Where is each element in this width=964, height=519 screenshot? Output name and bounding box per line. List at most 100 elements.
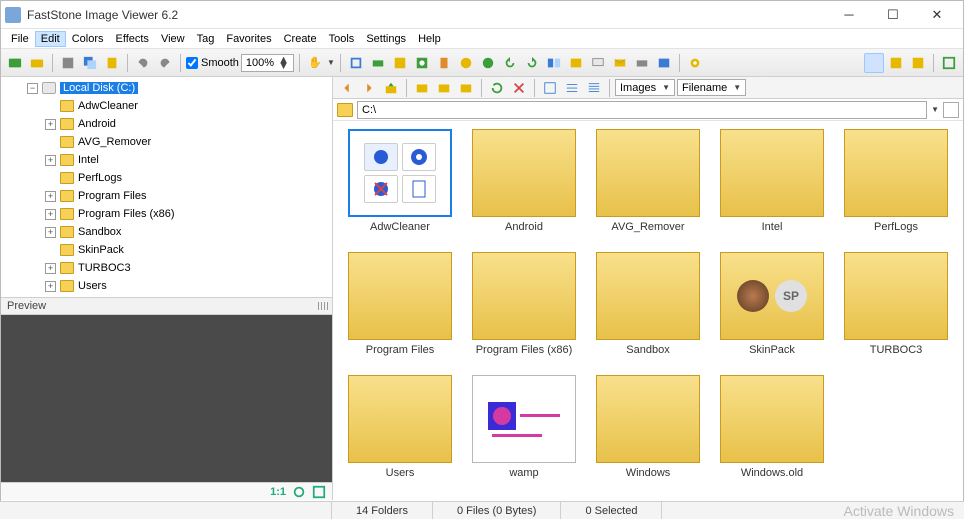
tree-node-sandbox[interactable]: +Sandbox [1, 223, 332, 241]
refresh-icon[interactable] [487, 78, 507, 98]
close-button[interactable]: ✕ [915, 4, 959, 26]
crop-icon[interactable] [346, 53, 366, 73]
rotate-right-icon[interactable] [522, 53, 542, 73]
view-large-icon[interactable] [540, 78, 560, 98]
copy-path-icon[interactable] [943, 102, 959, 118]
expander-icon[interactable]: + [45, 119, 56, 130]
tree-node-program-files-x86-[interactable]: +Program Files (x86) [1, 205, 332, 223]
preview-expand-icon[interactable] [312, 485, 326, 499]
preview-gear-icon[interactable] [292, 485, 306, 499]
tree-node-android[interactable]: +Android [1, 115, 332, 133]
view-mode-thumb-button[interactable] [864, 53, 884, 73]
tree-node-program-files[interactable]: +Program Files [1, 187, 332, 205]
acquire-icon[interactable] [5, 53, 25, 73]
fav-list-icon[interactable] [456, 78, 476, 98]
thumb-adwcleaner[interactable]: AdwCleaner [343, 129, 457, 246]
view-list-icon[interactable] [562, 78, 582, 98]
preview-area [1, 315, 332, 482]
thumb-program-files[interactable]: Program Files [343, 252, 457, 369]
canvas-icon[interactable] [390, 53, 410, 73]
expander-icon[interactable]: + [45, 227, 56, 238]
fav-add-icon[interactable] [412, 78, 432, 98]
fav-icon[interactable] [434, 78, 454, 98]
menu-file[interactable]: File [5, 31, 35, 47]
stop-icon[interactable] [509, 78, 529, 98]
expander-icon[interactable]: + [45, 209, 56, 220]
tree-node-local-disk-c-[interactable]: −Local Disk (C:) [1, 79, 332, 97]
thumb-perflogs[interactable]: PerfLogs [839, 129, 953, 246]
thumb-android[interactable]: Android [467, 129, 581, 246]
menu-settings[interactable]: Settings [360, 31, 412, 47]
expander-icon[interactable]: + [45, 155, 56, 166]
thumb-avg-remover[interactable]: AVG_Remover [591, 129, 705, 246]
clone-icon[interactable] [434, 53, 454, 73]
thumb-intel[interactable]: Intel [715, 129, 829, 246]
resize-icon[interactable] [368, 53, 388, 73]
menu-help[interactable]: Help [412, 31, 447, 47]
sort-dropdown[interactable]: Filename ▼ [677, 79, 746, 96]
zoom-stepper[interactable]: 100% ▲▼ [241, 54, 294, 72]
email-icon[interactable] [610, 53, 630, 73]
hand-icon[interactable]: ✋ [305, 53, 325, 73]
thumb-program-files-x86-[interactable]: Program Files (x86) [467, 252, 581, 369]
rotate-left-icon[interactable] [500, 53, 520, 73]
drawboard-icon[interactable] [412, 53, 432, 73]
expander-icon[interactable]: + [45, 263, 56, 274]
adjustments-icon[interactable] [456, 53, 476, 73]
save-icon[interactable] [58, 53, 78, 73]
grip-icon[interactable] [318, 302, 328, 310]
print-icon[interactable] [632, 53, 652, 73]
redo-icon[interactable] [155, 53, 175, 73]
new-folder-icon[interactable] [27, 53, 47, 73]
thumb-skinpack[interactable]: SPSkinPack [715, 252, 829, 369]
thumb-turboc3[interactable]: TURBOC3 [839, 252, 953, 369]
view-details-icon[interactable] [584, 78, 604, 98]
expander-icon[interactable]: − [27, 83, 38, 94]
menu-tag[interactable]: Tag [191, 31, 221, 47]
menu-view[interactable]: View [155, 31, 191, 47]
tree-node-avg-remover[interactable]: AVG_Remover [1, 133, 332, 151]
menu-favorites[interactable]: Favorites [220, 31, 277, 47]
path-input[interactable] [357, 101, 927, 119]
menu-colors[interactable]: Colors [66, 31, 110, 47]
minimize-button[interactable]: ─ [827, 4, 871, 26]
thumb-wamp[interactable]: wamp [467, 375, 581, 492]
redeye-icon[interactable] [478, 53, 498, 73]
tree-node-perflogs[interactable]: PerfLogs [1, 169, 332, 187]
maximize-button[interactable]: ☐ [871, 4, 915, 26]
fullscreen-icon[interactable] [939, 53, 959, 73]
tree-node-intel[interactable]: +Intel [1, 151, 332, 169]
settings-icon[interactable] [685, 53, 705, 73]
expander-icon[interactable]: + [45, 191, 56, 202]
paste-icon[interactable] [102, 53, 122, 73]
thumb-windows[interactable]: Windows [591, 375, 705, 492]
copy-icon[interactable] [80, 53, 100, 73]
tree-node-skinpack[interactable]: SkinPack [1, 241, 332, 259]
tree-node-adwcleaner[interactable]: AdwCleaner [1, 97, 332, 115]
compare-icon[interactable] [544, 53, 564, 73]
nav-fwd-icon[interactable] [359, 78, 379, 98]
slideshow-icon[interactable] [566, 53, 586, 73]
thumb-windows-old[interactable]: Windows.old [715, 375, 829, 492]
filter-dropdown[interactable]: Images ▼ [615, 79, 675, 96]
smooth-check-input[interactable] [186, 57, 198, 69]
thumb-sandbox[interactable]: Sandbox [591, 252, 705, 369]
menu-create[interactable]: Create [278, 31, 323, 47]
view-mode-3-icon[interactable] [908, 53, 928, 73]
nav-up-icon[interactable] [381, 78, 401, 98]
smooth-checkbox[interactable]: Smooth [186, 57, 239, 69]
menu-tools[interactable]: Tools [323, 31, 361, 47]
screen-icon[interactable] [588, 53, 608, 73]
view-mode-2-icon[interactable] [886, 53, 906, 73]
path-dropdown-icon[interactable]: ▼ [931, 105, 939, 114]
tree-node-turboc3[interactable]: +TURBOC3 [1, 259, 332, 277]
menu-edit[interactable]: Edit [35, 31, 66, 47]
nav-back-icon[interactable] [337, 78, 357, 98]
thumb-box [472, 129, 576, 217]
expander-icon[interactable]: + [45, 281, 56, 292]
menu-effects[interactable]: Effects [110, 31, 155, 47]
wallpaper-icon[interactable] [654, 53, 674, 73]
undo-icon[interactable] [133, 53, 153, 73]
tree-node-users[interactable]: +Users [1, 277, 332, 295]
thumb-users[interactable]: Users [343, 375, 457, 492]
